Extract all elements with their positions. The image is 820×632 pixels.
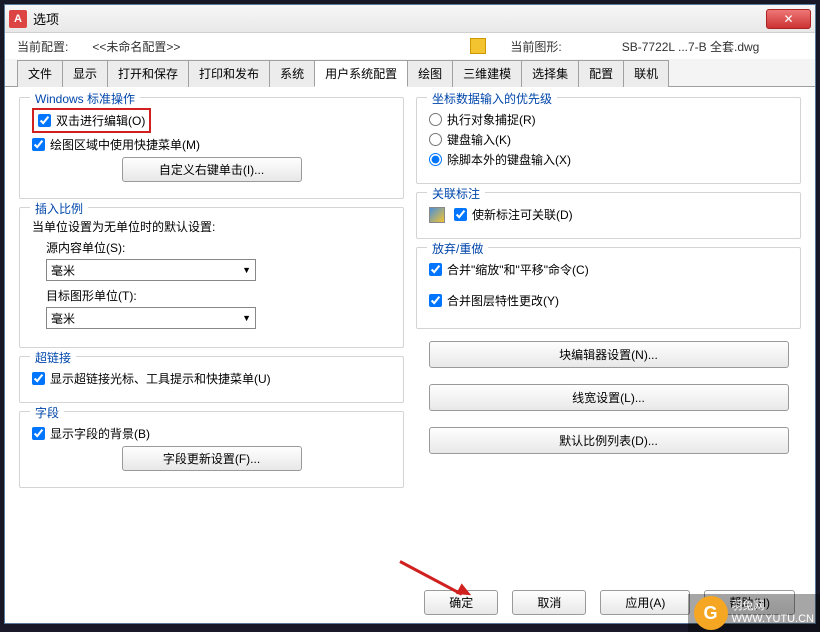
profile-value: <<未命名配置>> — [92, 38, 180, 55]
tab-user-prefs[interactable]: 用户系统配置 — [314, 60, 408, 87]
field-bg-label: 显示字段的背景(B) — [50, 425, 150, 442]
priority-osnap-label: 执行对象捕捉(R) — [447, 111, 536, 128]
target-units-value: 毫米 — [51, 310, 75, 327]
block-editor-settings-button[interactable]: 块编辑器设置(N)... — [429, 341, 789, 368]
tab-display[interactable]: 显示 — [62, 60, 108, 87]
app-icon: A — [9, 10, 27, 28]
tab-3d[interactable]: 三维建模 — [452, 60, 522, 87]
priority-except-script-radio[interactable] — [429, 153, 442, 166]
group-title: 字段 — [30, 404, 64, 421]
coord-priority-group: 坐标数据输入的优先级 执行对象捕捉(R) 键盘输入(K) 除脚本外的键盘输入(X… — [416, 97, 801, 184]
right-click-customize-button[interactable]: 自定义右键单击(I)... — [122, 157, 302, 182]
field-update-button[interactable]: 字段更新设置(F)... — [122, 446, 302, 471]
tab-drafting[interactable]: 绘图 — [407, 60, 453, 87]
dwg-icon — [470, 38, 486, 54]
priority-osnap-radio[interactable] — [429, 113, 442, 126]
windows-standard-group: Windows 标准操作 双击进行编辑(O) 绘图区域中使用快捷菜单(M) 自定… — [19, 97, 404, 199]
tab-content: Windows 标准操作 双击进行编辑(O) 绘图区域中使用快捷菜单(M) 自定… — [5, 87, 815, 591]
group-title: 插入比例 — [30, 200, 88, 217]
info-bar: 当前配置: <<未命名配置>> 当前图形: SB-7722L ...7-B 全套… — [5, 33, 815, 59]
watermark-brand: 羽兔网 — [732, 600, 814, 613]
hyperlink-checkbox[interactable] — [32, 372, 45, 385]
drawing-label: 当前图形: — [510, 38, 561, 55]
chevron-down-icon: ▼ — [242, 313, 251, 323]
hyperlink-group: 超链接 显示超链接光标、工具提示和快捷菜单(U) — [19, 356, 404, 403]
tab-profiles[interactable]: 配置 — [578, 60, 624, 87]
field-group: 字段 显示字段的背景(B) 字段更新设置(F)... — [19, 411, 404, 488]
dblclick-edit-checkbox[interactable] — [38, 114, 51, 127]
target-units-select[interactable]: 毫米 ▼ — [46, 307, 256, 329]
cancel-button[interactable]: 取消 — [512, 590, 586, 615]
tab-selection[interactable]: 选择集 — [521, 60, 579, 87]
group-title: 放弃/重做 — [427, 240, 488, 257]
assoc-dim-checkbox[interactable] — [454, 208, 467, 221]
insert-scale-note: 当单位设置为无单位时的默认设置: — [32, 218, 391, 235]
assoc-dim-group: 关联标注 使新标注可关联(D) — [416, 192, 801, 239]
insert-scale-group: 插入比例 当单位设置为无单位时的默认设置: 源内容单位(S): 毫米 ▼ 目标图… — [19, 207, 404, 348]
source-units-label: 源内容单位(S): — [46, 239, 391, 256]
options-dialog: A 选项 ✕ 当前配置: <<未命名配置>> 当前图形: SB-7722L ..… — [4, 4, 816, 624]
source-units-value: 毫米 — [51, 262, 75, 279]
combine-zoom-pan-checkbox[interactable] — [429, 263, 442, 276]
shortcut-menu-label: 绘图区域中使用快捷菜单(M) — [50, 136, 200, 153]
group-title: Windows 标准操作 — [30, 90, 140, 107]
watermark-url: WWW.YUTU.CN — [732, 613, 814, 626]
group-title: 关联标注 — [427, 185, 485, 202]
target-units-label: 目标图形单位(T): — [46, 287, 391, 304]
combine-layer-label: 合并图层特性更改(Y) — [447, 292, 559, 309]
default-scale-list-button[interactable]: 默认比例列表(D)... — [429, 427, 789, 454]
window-title: 选项 — [33, 9, 766, 28]
priority-except-script-label: 除脚本外的键盘输入(X) — [447, 151, 571, 168]
field-bg-checkbox[interactable] — [32, 427, 45, 440]
watermark-logo-icon: G — [694, 596, 728, 630]
close-button[interactable]: ✕ — [766, 9, 811, 29]
chevron-down-icon: ▼ — [242, 265, 251, 275]
priority-keyboard-radio[interactable] — [429, 133, 442, 146]
tab-open-save[interactable]: 打开和保存 — [107, 60, 189, 87]
tab-strip: 文件 显示 打开和保存 打印和发布 系统 用户系统配置 绘图 三维建模 选择集 … — [5, 59, 815, 87]
titlebar: A 选项 ✕ — [5, 5, 815, 33]
group-title: 坐标数据输入的优先级 — [427, 90, 557, 107]
watermark: G 羽兔网 WWW.YUTU.CN — [688, 594, 820, 632]
undo-redo-group: 放弃/重做 合并"缩放"和"平移"命令(C) 合并图层特性更改(Y) — [416, 247, 801, 329]
shortcut-menu-checkbox[interactable] — [32, 138, 45, 151]
profile-label: 当前配置: — [17, 38, 68, 55]
priority-keyboard-label: 键盘输入(K) — [447, 131, 511, 148]
drawing-value: SB-7722L ...7-B 全套.dwg — [622, 38, 760, 55]
group-title: 超链接 — [30, 349, 76, 366]
dblclick-edit-label: 双击进行编辑(O) — [56, 112, 145, 129]
source-units-select[interactable]: 毫米 ▼ — [46, 259, 256, 281]
tab-online[interactable]: 联机 — [623, 60, 669, 87]
lineweight-settings-button[interactable]: 线宽设置(L)... — [429, 384, 789, 411]
assoc-dim-icon — [429, 207, 445, 223]
tab-files[interactable]: 文件 — [17, 60, 63, 87]
combine-zoom-pan-label: 合并"缩放"和"平移"命令(C) — [447, 261, 589, 278]
hyperlink-label: 显示超链接光标、工具提示和快捷菜单(U) — [50, 370, 271, 387]
tab-plot[interactable]: 打印和发布 — [188, 60, 270, 87]
assoc-dim-label: 使新标注可关联(D) — [472, 206, 573, 223]
tab-system[interactable]: 系统 — [269, 60, 315, 87]
combine-layer-checkbox[interactable] — [429, 294, 442, 307]
apply-button[interactable]: 应用(A) — [600, 590, 690, 615]
highlight-box: 双击进行编辑(O) — [32, 108, 151, 133]
